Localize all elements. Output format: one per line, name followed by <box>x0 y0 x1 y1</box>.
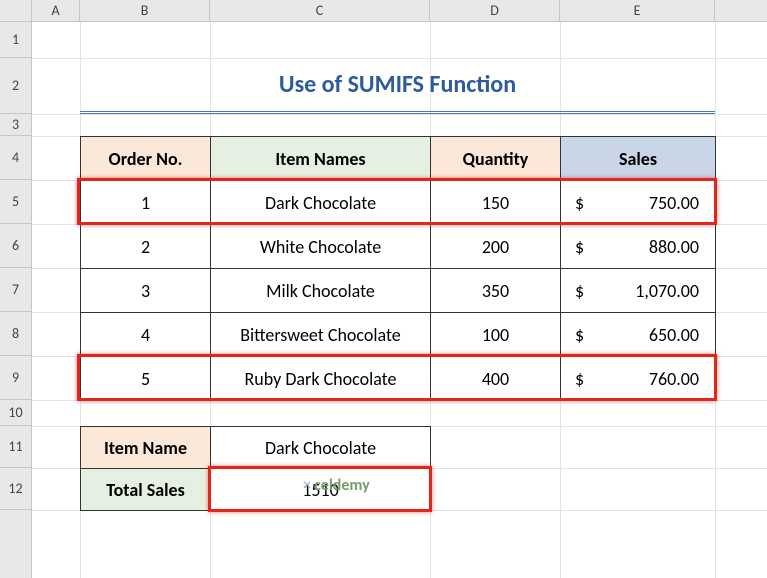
sales-value: 650.00 <box>649 324 705 346</box>
cell-qty[interactable]: 150 <box>431 181 561 225</box>
row-header-8[interactable]: 8 <box>0 312 31 356</box>
cell-sales[interactable]: $880.00 <box>561 225 716 269</box>
column-headers-row: A B C D E <box>0 0 767 22</box>
sales-value: 880.00 <box>649 236 705 258</box>
select-all-corner[interactable] <box>0 0 32 22</box>
cell-order[interactable]: 3 <box>81 269 211 313</box>
cell-order[interactable]: 5 <box>81 357 211 401</box>
cell-sales[interactable]: $750.00 <box>561 181 716 225</box>
col-header-e[interactable]: E <box>560 0 715 21</box>
cell-order[interactable]: 1 <box>81 181 211 225</box>
cell-sales[interactable]: $760.00 <box>561 357 716 401</box>
cell-qty[interactable]: 400 <box>431 357 561 401</box>
col-header-b[interactable]: B <box>80 0 210 21</box>
summary-total-row: Total Sales 1510 <box>81 469 431 511</box>
row-header-12[interactable]: 12 <box>0 468 31 510</box>
cell-item[interactable]: Dark Chocolate <box>211 181 431 225</box>
row-headers-column: 1 2 3 4 5 6 7 8 9 10 11 12 <box>0 22 32 578</box>
sales-value: 750.00 <box>649 192 705 214</box>
cell-order[interactable]: 4 <box>81 313 211 357</box>
row-header-6[interactable]: 6 <box>0 224 31 268</box>
row-header-2[interactable]: 2 <box>0 58 31 114</box>
cell-qty[interactable]: 100 <box>431 313 561 357</box>
cell-qty[interactable]: 350 <box>431 269 561 313</box>
header-qty[interactable]: Quantity <box>431 137 561 181</box>
cell-item[interactable]: Milk Chocolate <box>211 269 431 313</box>
cell-item[interactable]: White Chocolate <box>211 225 431 269</box>
table-row: 5 Ruby Dark Chocolate 400 $760.00 <box>81 357 716 401</box>
row-header-10[interactable]: 10 <box>0 400 31 426</box>
currency-symbol: $ <box>571 192 584 214</box>
cell-order[interactable]: 2 <box>81 225 211 269</box>
currency-symbol: $ <box>571 324 584 346</box>
header-item[interactable]: Item Names <box>211 137 431 181</box>
row-header-3[interactable]: 3 <box>0 114 31 136</box>
header-order[interactable]: Order No. <box>81 137 211 181</box>
row-header-11[interactable]: 11 <box>0 426 31 468</box>
col-header-d[interactable]: D <box>430 0 560 21</box>
cells-grid[interactable]: Use of SUMIFS Function Order No. Item Na… <box>32 22 767 578</box>
row-header-7[interactable]: 7 <box>0 268 31 312</box>
cell-sales[interactable]: $1,070.00 <box>561 269 716 313</box>
cell-qty[interactable]: 200 <box>431 225 561 269</box>
cell-item[interactable]: Ruby Dark Chocolate <box>211 357 431 401</box>
sales-value: 1,070.00 <box>635 280 705 302</box>
currency-symbol: $ <box>571 280 584 302</box>
page-title: Use of SUMIFS Function <box>80 58 715 114</box>
table-row: 1 Dark Chocolate 150 $750.00 <box>81 181 716 225</box>
summary-item-label[interactable]: Item Name <box>81 427 211 469</box>
header-sales[interactable]: Sales <box>561 137 716 181</box>
row-header-4[interactable]: 4 <box>0 136 31 180</box>
row-header-1[interactable]: 1 <box>0 22 31 58</box>
data-table: Order No. Item Names Quantity Sales 1 Da… <box>80 136 716 401</box>
table-row: 4 Bittersweet Chocolate 100 $650.00 <box>81 313 716 357</box>
summary-item-value[interactable]: Dark Chocolate <box>211 427 431 469</box>
cell-item[interactable]: Bittersweet Chocolate <box>211 313 431 357</box>
summary-item-row: Item Name Dark Chocolate <box>81 427 431 469</box>
summary-table: Item Name Dark Chocolate Total Sales 151… <box>80 426 431 511</box>
spreadsheet: A B C D E 1 2 3 4 5 6 7 8 9 10 11 12 <box>0 0 767 578</box>
currency-symbol: $ <box>571 236 584 258</box>
summary-total-label[interactable]: Total Sales <box>81 469 211 511</box>
currency-symbol: $ <box>571 368 584 390</box>
sales-value: 760.00 <box>649 368 705 390</box>
table-header-row: Order No. Item Names Quantity Sales <box>81 137 716 181</box>
table-row: 3 Milk Chocolate 350 $1,070.00 <box>81 269 716 313</box>
col-header-c[interactable]: C <box>210 0 430 21</box>
table-row: 2 White Chocolate 200 $880.00 <box>81 225 716 269</box>
col-header-a[interactable]: A <box>32 0 80 21</box>
cell-sales[interactable]: $650.00 <box>561 313 716 357</box>
row-header-9[interactable]: 9 <box>0 356 31 400</box>
summary-total-value[interactable]: 1510 <box>211 469 431 511</box>
row-header-5[interactable]: 5 <box>0 180 31 224</box>
